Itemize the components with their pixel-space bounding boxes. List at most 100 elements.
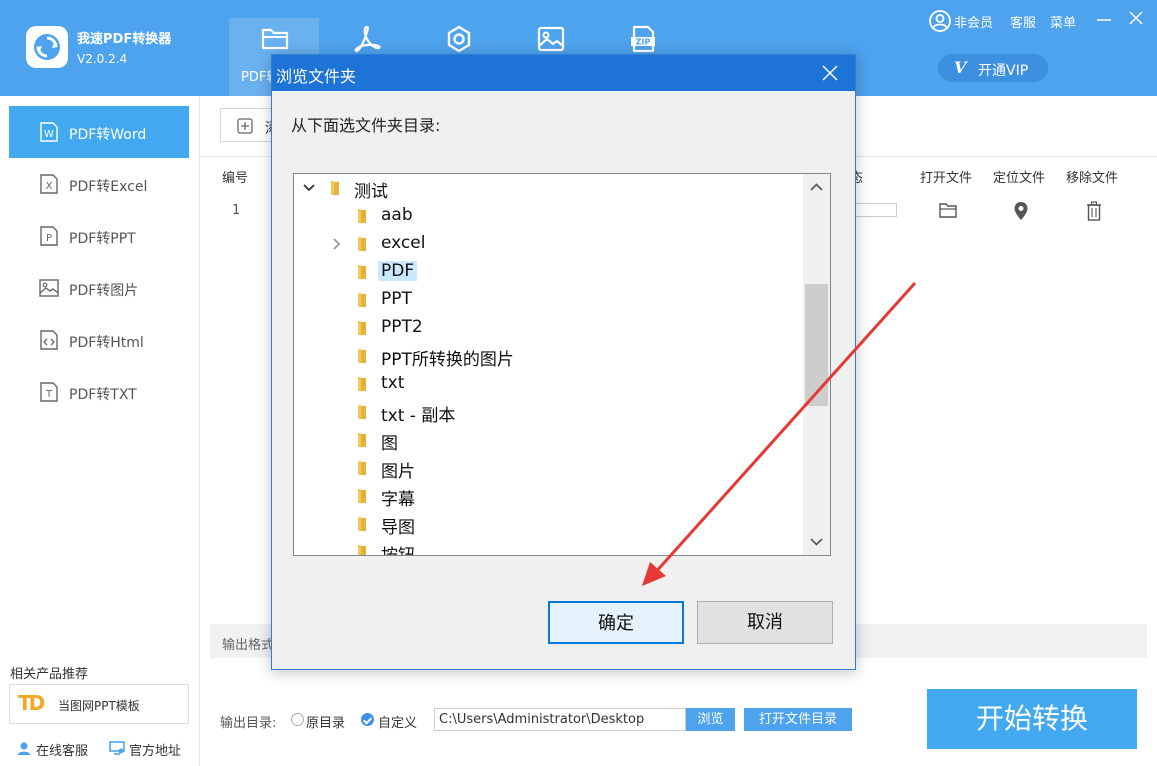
tree-item[interactable]: PPT所转换的图片 [294,342,799,370]
zip-icon: ZIP [631,25,655,53]
folder-icon [358,321,366,335]
tree-item[interactable]: PPT [294,286,799,312]
location-pin-icon[interactable] [1013,201,1029,221]
folder-icon [331,181,339,195]
tree-item[interactable]: PPT2 [294,314,799,340]
dialog-title-bar: 浏览文件夹 [272,55,855,91]
folder-icon [358,377,366,391]
svg-text:X: X [46,181,53,192]
tree-item-label: txt [381,373,405,393]
conversion-progress-bar [855,203,897,217]
folder-icon [261,28,289,50]
column-locate-file: 定位文件 [993,171,1046,186]
tree-item-label: txt - 副本 [381,406,456,426]
settings-icon [447,25,471,53]
scroll-thumb[interactable] [805,284,828,406]
close-window-button[interactable] [1126,8,1146,28]
support-agent-icon [17,742,31,755]
add-file-icon [237,118,253,134]
tree-item-label: excel [381,233,426,253]
recycle-logo-icon [34,34,60,60]
tree-item[interactable]: excel [294,230,799,256]
txt-icon: T [40,382,58,402]
browse-button[interactable]: 浏览 [686,708,735,731]
customer-service-link[interactable]: 客服 [1010,12,1036,31]
folder-icon [358,265,366,279]
excel-icon: X [40,174,58,194]
dialog-close-button[interactable] [820,63,840,83]
chevron-right-icon[interactable] [330,237,344,251]
tree-item[interactable]: 按钮 [294,538,799,555]
promo-banner[interactable]: TD 当图网PPT模板 [9,684,189,724]
monitor-icon [109,741,125,755]
promo-logo: TD [18,691,45,715]
open-folder-icon[interactable] [938,201,958,219]
tree-item[interactable]: txt [294,370,799,396]
radio-original-dir[interactable] [291,713,304,726]
sidebar-item-label: PDF转Word [69,127,147,143]
scroll-up-arrow-icon[interactable] [809,180,824,195]
tree-item-label: aab [381,205,413,225]
folder-icon [358,461,366,475]
picture-icon [39,279,59,297]
online-service-link[interactable]: 在线客服 [17,740,88,759]
tree-item-label: PPT2 [381,317,423,337]
sidebar-item-pdf-to-word[interactable]: W PDF转Word [9,106,189,158]
output-path-input[interactable] [434,708,686,731]
dialog-instruction: 从下面选文件夹目录: [291,116,441,135]
tree-item[interactable]: 字幕 [294,482,799,510]
minimize-button[interactable] [1094,8,1114,28]
row-number: 1 [232,203,241,218]
start-convert-button[interactable]: 开始转换 [927,689,1137,749]
open-output-dir-button[interactable]: 打开文件目录 [744,708,852,731]
ok-button[interactable]: 确定 [548,601,684,644]
svg-text:ZIP: ZIP [636,38,651,47]
tree-item-label: 图片 [381,462,415,482]
tree-item-root[interactable]: 测试 [294,174,799,202]
menu-link[interactable]: 菜单 [1050,12,1076,31]
pdf-icon [354,25,381,53]
sidebar-item-pdf-to-html[interactable]: PDF转Html [9,314,189,366]
radio-custom-dir[interactable] [361,713,374,726]
sidebar-item-label: PDF转TXT [69,387,137,403]
tree-item-label: 测试 [354,182,388,202]
user-icon[interactable] [929,10,951,32]
scroll-down-arrow-icon[interactable] [809,534,824,549]
tree-scrollbar[interactable] [803,174,830,555]
sidebar-item-pdf-to-excel[interactable]: X PDF转Excel [9,158,189,210]
app-logo [26,26,68,68]
svg-text:T: T [45,389,53,400]
trash-icon[interactable] [1086,201,1102,221]
sidebar-item-label: PDF转图片 [69,283,139,299]
cancel-button[interactable]: 取消 [697,601,833,644]
output-dir-label: 输出目录: [220,716,277,731]
tree-item-label: 图 [381,434,398,454]
tree-item[interactable]: txt - 副本 [294,398,799,426]
sidebar-item-pdf-to-txt[interactable]: T PDF转TXT [9,366,189,418]
tree-item[interactable]: aab [294,202,799,228]
tree-item-selected[interactable]: PDF [294,258,799,284]
open-vip-button[interactable]: V 开通VIP [938,54,1048,82]
tree-item-label: 字幕 [381,490,415,510]
official-site-link[interactable]: 官方地址 [109,740,181,759]
tree-item[interactable]: 导图 [294,510,799,538]
app-version: V2.0.2.4 [77,52,128,66]
folder-icon [358,349,366,363]
chevron-down-icon[interactable] [302,181,316,195]
folder-icon [358,209,366,223]
sidebar-item-label: PDF转Excel [69,179,148,195]
tree-item[interactable]: 图片 [294,454,799,482]
member-status-link[interactable]: 非会员 [954,12,993,31]
radio-original-dir-label: 原目录 [306,716,346,731]
sidebar-item-pdf-to-ppt[interactable]: P PDF转PPT [9,210,189,262]
tree-item-label: 导图 [381,518,415,538]
output-format-label: 输出格式 [222,638,275,653]
folder-icon [358,293,366,307]
column-remove-file: 移除文件 [1066,171,1119,186]
tree-item-label: PPT所转换的图片 [381,350,514,370]
tree-item[interactable]: 图 [294,426,799,454]
sidebar-item-label: PDF转Html [69,335,144,351]
sidebar-item-label: PDF转PPT [69,231,136,247]
sidebar-item-pdf-to-image[interactable]: PDF转图片 [9,262,189,314]
folder-icon [358,489,366,503]
